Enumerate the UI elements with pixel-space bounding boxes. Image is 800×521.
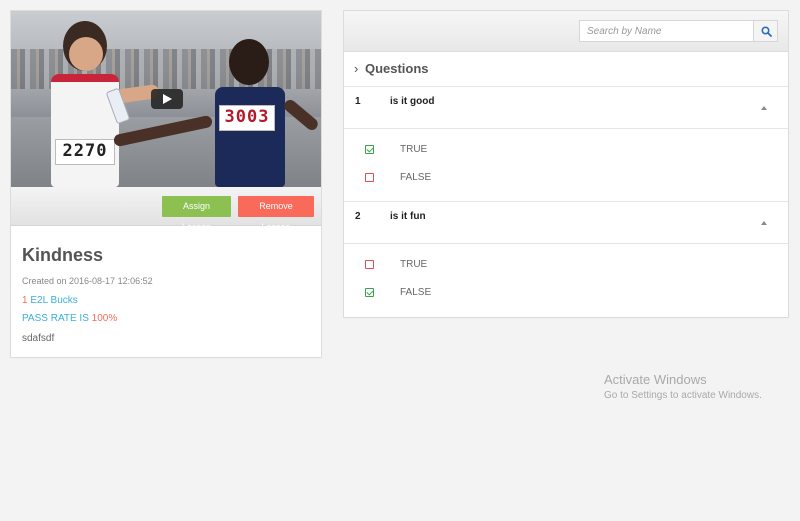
runner-bib-right: 3003 bbox=[219, 105, 275, 131]
lesson-info: Kindness Created on 2016-08-17 12:06:52 … bbox=[22, 245, 312, 344]
answer-option: TRUE bbox=[344, 137, 788, 165]
play-icon[interactable] bbox=[151, 89, 183, 109]
chevron-right-icon: › bbox=[354, 61, 359, 76]
answer-label: TRUE bbox=[400, 144, 428, 155]
answer-label: TRUE bbox=[400, 259, 428, 270]
unchecked-box-icon bbox=[365, 173, 374, 182]
lesson-pass-rate: PASS RATE IS 100% bbox=[22, 313, 312, 324]
lesson-video[interactable]: 2270 3003 bbox=[11, 11, 321, 187]
runner-bib-left: 2270 bbox=[55, 139, 115, 165]
pass-rate-value: 100% bbox=[91, 313, 118, 324]
activate-windows-watermark: Activate Windows Go to Settings to activ… bbox=[604, 372, 762, 401]
lesson-action-bar: Assign Lesson Remove Lesson bbox=[11, 187, 321, 232]
bucks-count: 1 bbox=[22, 295, 28, 306]
pass-rate-label: PASS RATE IS bbox=[22, 313, 89, 324]
lesson-card: 2270 3003 Assign Lesson Remove Lesson Ki… bbox=[10, 10, 322, 358]
question-header[interactable]: 2 is it fun bbox=[344, 201, 788, 244]
answer-option: TRUE bbox=[344, 252, 788, 280]
answer-label: FALSE bbox=[400, 287, 432, 298]
search-button[interactable] bbox=[753, 20, 778, 42]
unchecked-box-icon bbox=[365, 260, 374, 269]
assign-lesson-button[interactable]: Assign Lesson bbox=[162, 196, 231, 232]
answer-label: FALSE bbox=[400, 172, 432, 183]
watermark-subtitle: Go to Settings to activate Windows. bbox=[604, 390, 762, 401]
search-icon bbox=[761, 26, 772, 37]
question-text: is it fun bbox=[390, 211, 426, 222]
lesson-description: sdafsdf bbox=[22, 333, 55, 344]
question-header[interactable]: 1 is it good bbox=[344, 86, 788, 129]
bucks-label: E2L Bucks bbox=[30, 295, 78, 306]
caret-up-icon[interactable] bbox=[761, 106, 767, 110]
remove-lesson-button[interactable]: Remove Lesson bbox=[238, 196, 314, 232]
runner-right: 3003 bbox=[112, 39, 321, 187]
lesson-created-date: Created on 2016-08-17 12:06:52 bbox=[22, 276, 153, 286]
watermark-title: Activate Windows bbox=[604, 372, 707, 387]
caret-up-icon[interactable] bbox=[761, 221, 767, 225]
answer-option: FALSE bbox=[344, 280, 788, 308]
search-input[interactable] bbox=[579, 20, 754, 42]
questions-panel: › Questions 1 is it good TRUE FALSE 2 is… bbox=[343, 10, 789, 318]
question-item: 2 is it fun TRUE FALSE bbox=[344, 201, 788, 308]
question-number: 1 bbox=[355, 96, 361, 107]
question-number: 2 bbox=[355, 211, 361, 222]
lesson-title: Kindness bbox=[22, 245, 104, 265]
question-item: 1 is it good TRUE FALSE bbox=[344, 86, 788, 193]
questions-header[interactable]: › Questions bbox=[354, 61, 429, 81]
questions-header-label: Questions bbox=[364, 61, 429, 76]
checked-box-icon bbox=[365, 145, 374, 154]
question-text: is it good bbox=[390, 96, 435, 107]
answer-option: FALSE bbox=[344, 165, 788, 193]
search-bar bbox=[344, 11, 788, 52]
checked-box-icon bbox=[365, 288, 374, 297]
lesson-bucks: 1 E2L Bucks bbox=[22, 295, 312, 306]
